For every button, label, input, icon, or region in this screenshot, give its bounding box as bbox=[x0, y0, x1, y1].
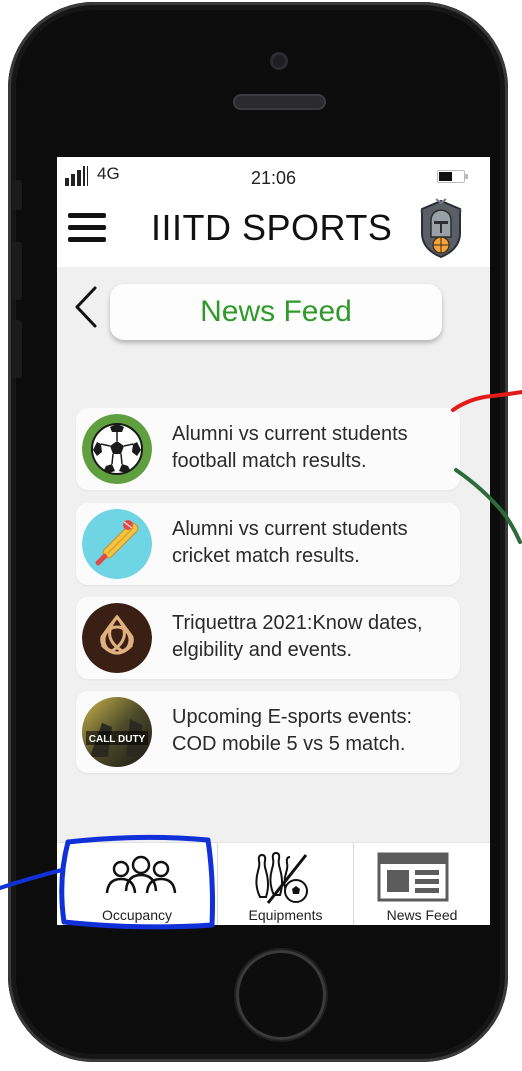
front-camera bbox=[270, 52, 288, 70]
app-header: IIITD SPORTS bbox=[57, 189, 490, 267]
cricket-icon bbox=[82, 509, 152, 579]
hamburger-menu-icon[interactable] bbox=[68, 213, 106, 243]
news-item-text: Triquettra 2021:Know dates, elgibility a… bbox=[172, 612, 423, 661]
nav-occupancy[interactable]: Occupancy bbox=[57, 843, 217, 925]
nav-label: News Feed bbox=[386, 907, 458, 923]
earpiece-speaker bbox=[233, 94, 326, 110]
triquetra-icon bbox=[82, 603, 152, 673]
nav-label: Equipments bbox=[248, 907, 323, 923]
news-item-esports[interactable]: CALL DUTY Upcoming E-sports events: COD … bbox=[76, 691, 460, 773]
app-screen: 4G 21:06 IIITD SPORTS News Feed Alumni v… bbox=[57, 157, 490, 925]
volume-down-button bbox=[12, 320, 22, 378]
page-title: News Feed bbox=[110, 284, 442, 340]
news-item-text: Upcoming E-sports events: COD mobile 5 v… bbox=[172, 706, 413, 755]
nav-equipments[interactable]: Equipments bbox=[218, 843, 353, 925]
status-bar: 4G 21:06 bbox=[57, 157, 490, 189]
people-group-icon bbox=[105, 855, 177, 894]
app-title: IIITD SPORTS bbox=[151, 207, 393, 248]
news-item-football[interactable]: Alumni vs current students football matc… bbox=[76, 408, 460, 490]
status-time: 21:06 bbox=[250, 168, 297, 188]
news-item-text: Alumni vs current students cricket match… bbox=[172, 518, 408, 567]
football-icon bbox=[82, 414, 152, 484]
battery-icon bbox=[437, 170, 468, 183]
chevron-left-icon[interactable] bbox=[71, 285, 101, 329]
knight-shield-logo[interactable] bbox=[416, 197, 466, 259]
nav-label: Occupancy bbox=[101, 907, 173, 923]
bottom-navigation: Occupancy Equipments News Feed bbox=[57, 842, 490, 925]
news-item-triquettra[interactable]: Triquettra 2021:Know dates, elgibility a… bbox=[76, 597, 460, 679]
equipment-icon bbox=[255, 851, 308, 904]
volume-up-button bbox=[12, 242, 22, 300]
nav-news-feed[interactable]: News Feed bbox=[354, 843, 490, 925]
cod-logo-text: CALL DUTY bbox=[89, 734, 146, 745]
call-of-duty-icon: CALL DUTY bbox=[82, 697, 152, 767]
newspaper-icon bbox=[377, 852, 449, 902]
news-item-cricket[interactable]: Alumni vs current students cricket match… bbox=[76, 503, 460, 585]
news-item-text: Alumni vs current students football matc… bbox=[172, 423, 408, 472]
home-button[interactable] bbox=[236, 950, 326, 1040]
mute-switch bbox=[12, 180, 22, 210]
